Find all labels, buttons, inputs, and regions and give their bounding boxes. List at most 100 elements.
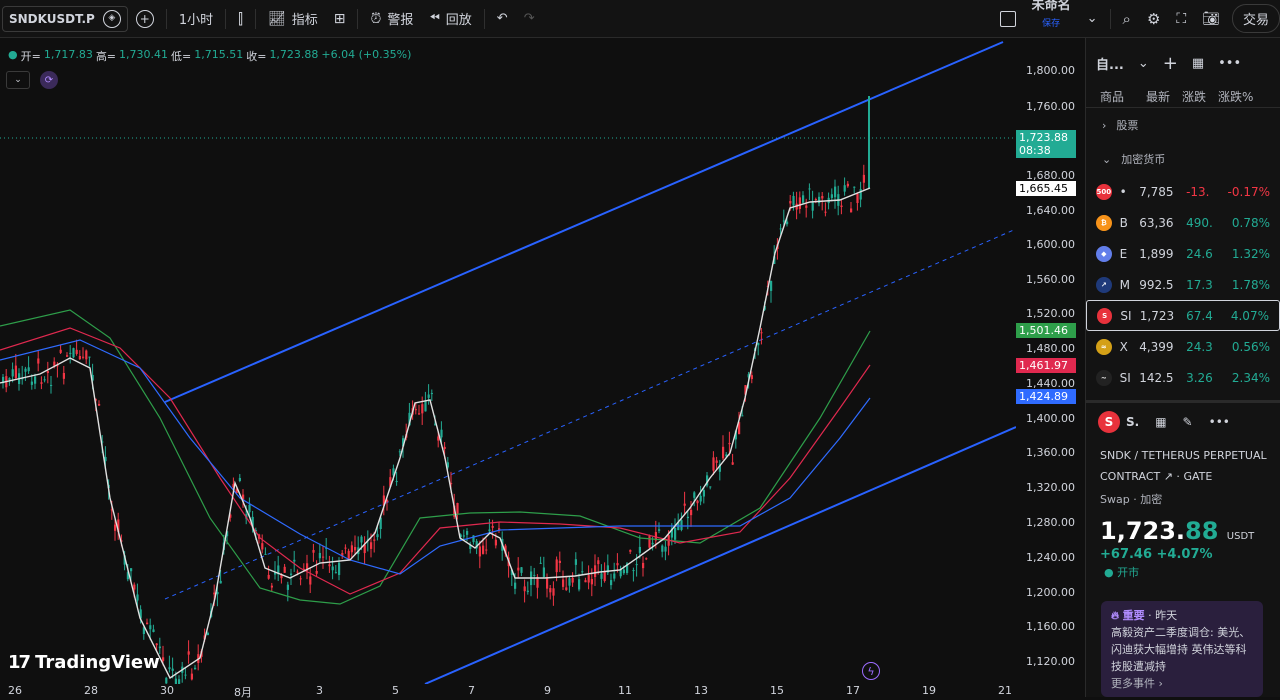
candle-body [661, 545, 664, 552]
candle-body [267, 574, 270, 579]
chart-pane[interactable]: ● 开= 1,717.83 高= 1,730.41 低= 1,715.51 收= 1,7… [0, 38, 1084, 697]
more-icon[interactable]: ••• [1218, 56, 1241, 71]
chart-type-button[interactable]: ⫿ [230, 0, 251, 38]
candle-body [728, 442, 731, 445]
time-tick: 30 [160, 684, 174, 697]
candle-body [443, 446, 446, 449]
collapse-legend-button[interactable]: ⌄ [6, 71, 30, 89]
section-label: 股票 [1116, 119, 1139, 132]
watchlist-row[interactable]: ~ SI 142.5 3.26 2.34% [1086, 362, 1280, 393]
candle-body [331, 566, 334, 571]
watchlist-row[interactable]: 500 • 7,785 -13. -0.17% [1086, 176, 1280, 207]
col-last[interactable]: 最新 [1146, 88, 1172, 107]
candle-body [62, 373, 65, 379]
candle-body [194, 667, 197, 670]
time-axis[interactable]: 26 28 30 8月 3 5 7 9 11 13 15 17 19 21 [0, 684, 1016, 699]
edit-icon[interactable]: ✎ [1183, 415, 1193, 429]
col-chg[interactable]: 涨跌 [1182, 88, 1208, 107]
ma-blue-line [0, 339, 871, 575]
replay-label: 回放 [445, 13, 472, 28]
candle-body [219, 580, 222, 584]
layout-icon[interactable]: ▦ [1192, 56, 1204, 71]
compare-icon[interactable]: ◈ [102, 9, 121, 28]
templates-button[interactable]: ⊞ [326, 0, 354, 38]
candle-body [802, 195, 805, 203]
add-symbol-button[interactable]: + [128, 0, 162, 38]
news-card[interactable]: 🔥︎ 重要 · 昨天 高毅资产二季度调仓: 美光、闪迪获大幅增持 英伟达等科技股… [1101, 601, 1263, 697]
watchlist-row[interactable]: ◆ E 1,899 24.6 1.32% [1086, 238, 1280, 269]
watchlist-row[interactable]: ≈ X 4,399 24.3 0.56% [1086, 331, 1280, 362]
redo-button[interactable]: ↷ [516, 0, 543, 38]
details-change: +67.46 +4.07% [1100, 547, 1213, 562]
indicator-toggle-button[interactable]: ⟳ [40, 71, 58, 89]
watchlist-row[interactable]: ₿ B 63,36 490. 0.78% [1086, 207, 1280, 238]
divider [483, 8, 485, 29]
section-stocks[interactable]: › 股票 [1086, 108, 1280, 142]
select-layout-checkbox[interactable] [992, 0, 1024, 38]
col-pct[interactable]: 涨跌% [1218, 88, 1253, 107]
fullscreen-icon: ⛶ [1176, 10, 1187, 27]
watchlist-title[interactable]: 自... [1096, 54, 1124, 73]
candle-body [770, 280, 773, 291]
news-text: 高毅资产二季度调仓: 美光、闪迪获大幅增持 英伟达等科技股遭减持 [1111, 626, 1251, 673]
candle-body [590, 579, 593, 585]
section-crypto[interactable]: ⌄ 加密货币 [1086, 142, 1280, 176]
watchlist-last: 992.5 [1139, 277, 1174, 292]
candle-body [696, 500, 699, 504]
symbol-search-button[interactable]: SNDKUSDT.P ◈ [2, 5, 128, 32]
replay-button[interactable]: ⏪︎ 回放 [421, 0, 479, 38]
price-axis[interactable]: 1,800.00 1,760.00 1,680.00 1,640.00 1,60… [1016, 38, 1084, 678]
candle-body [680, 520, 683, 530]
layout-menu-button[interactable]: ⌄ [1079, 0, 1106, 38]
layout-icon[interactable]: ▦ [1155, 415, 1166, 429]
settings-button[interactable]: ⚙ [1139, 0, 1168, 38]
news-more-link[interactable]: 更多事件 › [1111, 675, 1253, 692]
watchlist-change: -13. [1186, 184, 1210, 199]
undo-button[interactable]: ↶ [489, 0, 516, 38]
watchlist-row[interactable]: ↗ M 992.5 17.3 1.78% [1086, 269, 1280, 300]
watchlist-header: 自... ⌄ + ▦ ••• [1086, 38, 1280, 88]
watchlist-symbol: • [1119, 184, 1127, 199]
watchlist-row[interactable]: S SI 1,723 67.4 4.07% [1086, 300, 1280, 331]
alert-button[interactable]: ⏰︎ 警报 [362, 0, 421, 38]
candle-body [642, 562, 645, 569]
close-value: 1,723.88 [269, 48, 319, 61]
watchlist-symbol: SI [1119, 370, 1131, 385]
col-symbol[interactable]: 商品 [1100, 88, 1136, 107]
trade-button[interactable]: 交易 [1231, 4, 1280, 33]
details-short-name[interactable]: S. [1126, 415, 1139, 429]
bar-countdown: 08:38 [1019, 144, 1051, 157]
candle-body [85, 350, 88, 360]
open-value: 1,717.83 [43, 48, 93, 61]
candle-body [549, 588, 552, 593]
fullscreen-button[interactable]: ⛶ [1168, 0, 1194, 38]
brand-name: TradingView [35, 652, 160, 673]
watchlist-change: 67.4 [1186, 308, 1213, 323]
quick-search-button[interactable]: ⌕ [1115, 0, 1139, 38]
candle-body [82, 356, 85, 358]
channel-upper-line[interactable] [164, 41, 1004, 403]
price-chart[interactable] [0, 38, 1016, 684]
candle-body [853, 186, 856, 188]
interval-button[interactable]: 1小时 [171, 0, 221, 38]
candle-body [98, 403, 101, 406]
candle-body [594, 565, 597, 578]
add-symbol-icon[interactable]: + [1163, 53, 1178, 74]
channel-middle-line[interactable] [164, 228, 1016, 600]
indicators-button[interactable]: 📈︎ 指标 [260, 0, 326, 38]
chevron-down-icon: ⌄ [14, 75, 22, 85]
candle-body [88, 356, 91, 358]
snapshot-button[interactable]: 📷︎ [1194, 0, 1228, 38]
events-flash-button[interactable]: ϟ [862, 662, 880, 680]
ma-red-value: 1,461.97 [1019, 359, 1068, 372]
candle-body [152, 629, 155, 632]
news-time: · 昨天 [1148, 609, 1178, 622]
more-icon[interactable]: ••• [1209, 415, 1230, 429]
layout-name-button[interactable]: 未命名 保存 [1024, 0, 1079, 38]
chevron-down-icon[interactable]: ⌄ [1138, 56, 1149, 71]
symbol-logo: S [1098, 411, 1120, 433]
external-link-icon[interactable]: ↗ [1164, 470, 1173, 483]
candle-body [46, 371, 49, 373]
candlesticks [2, 96, 870, 684]
candle-body [517, 567, 520, 571]
